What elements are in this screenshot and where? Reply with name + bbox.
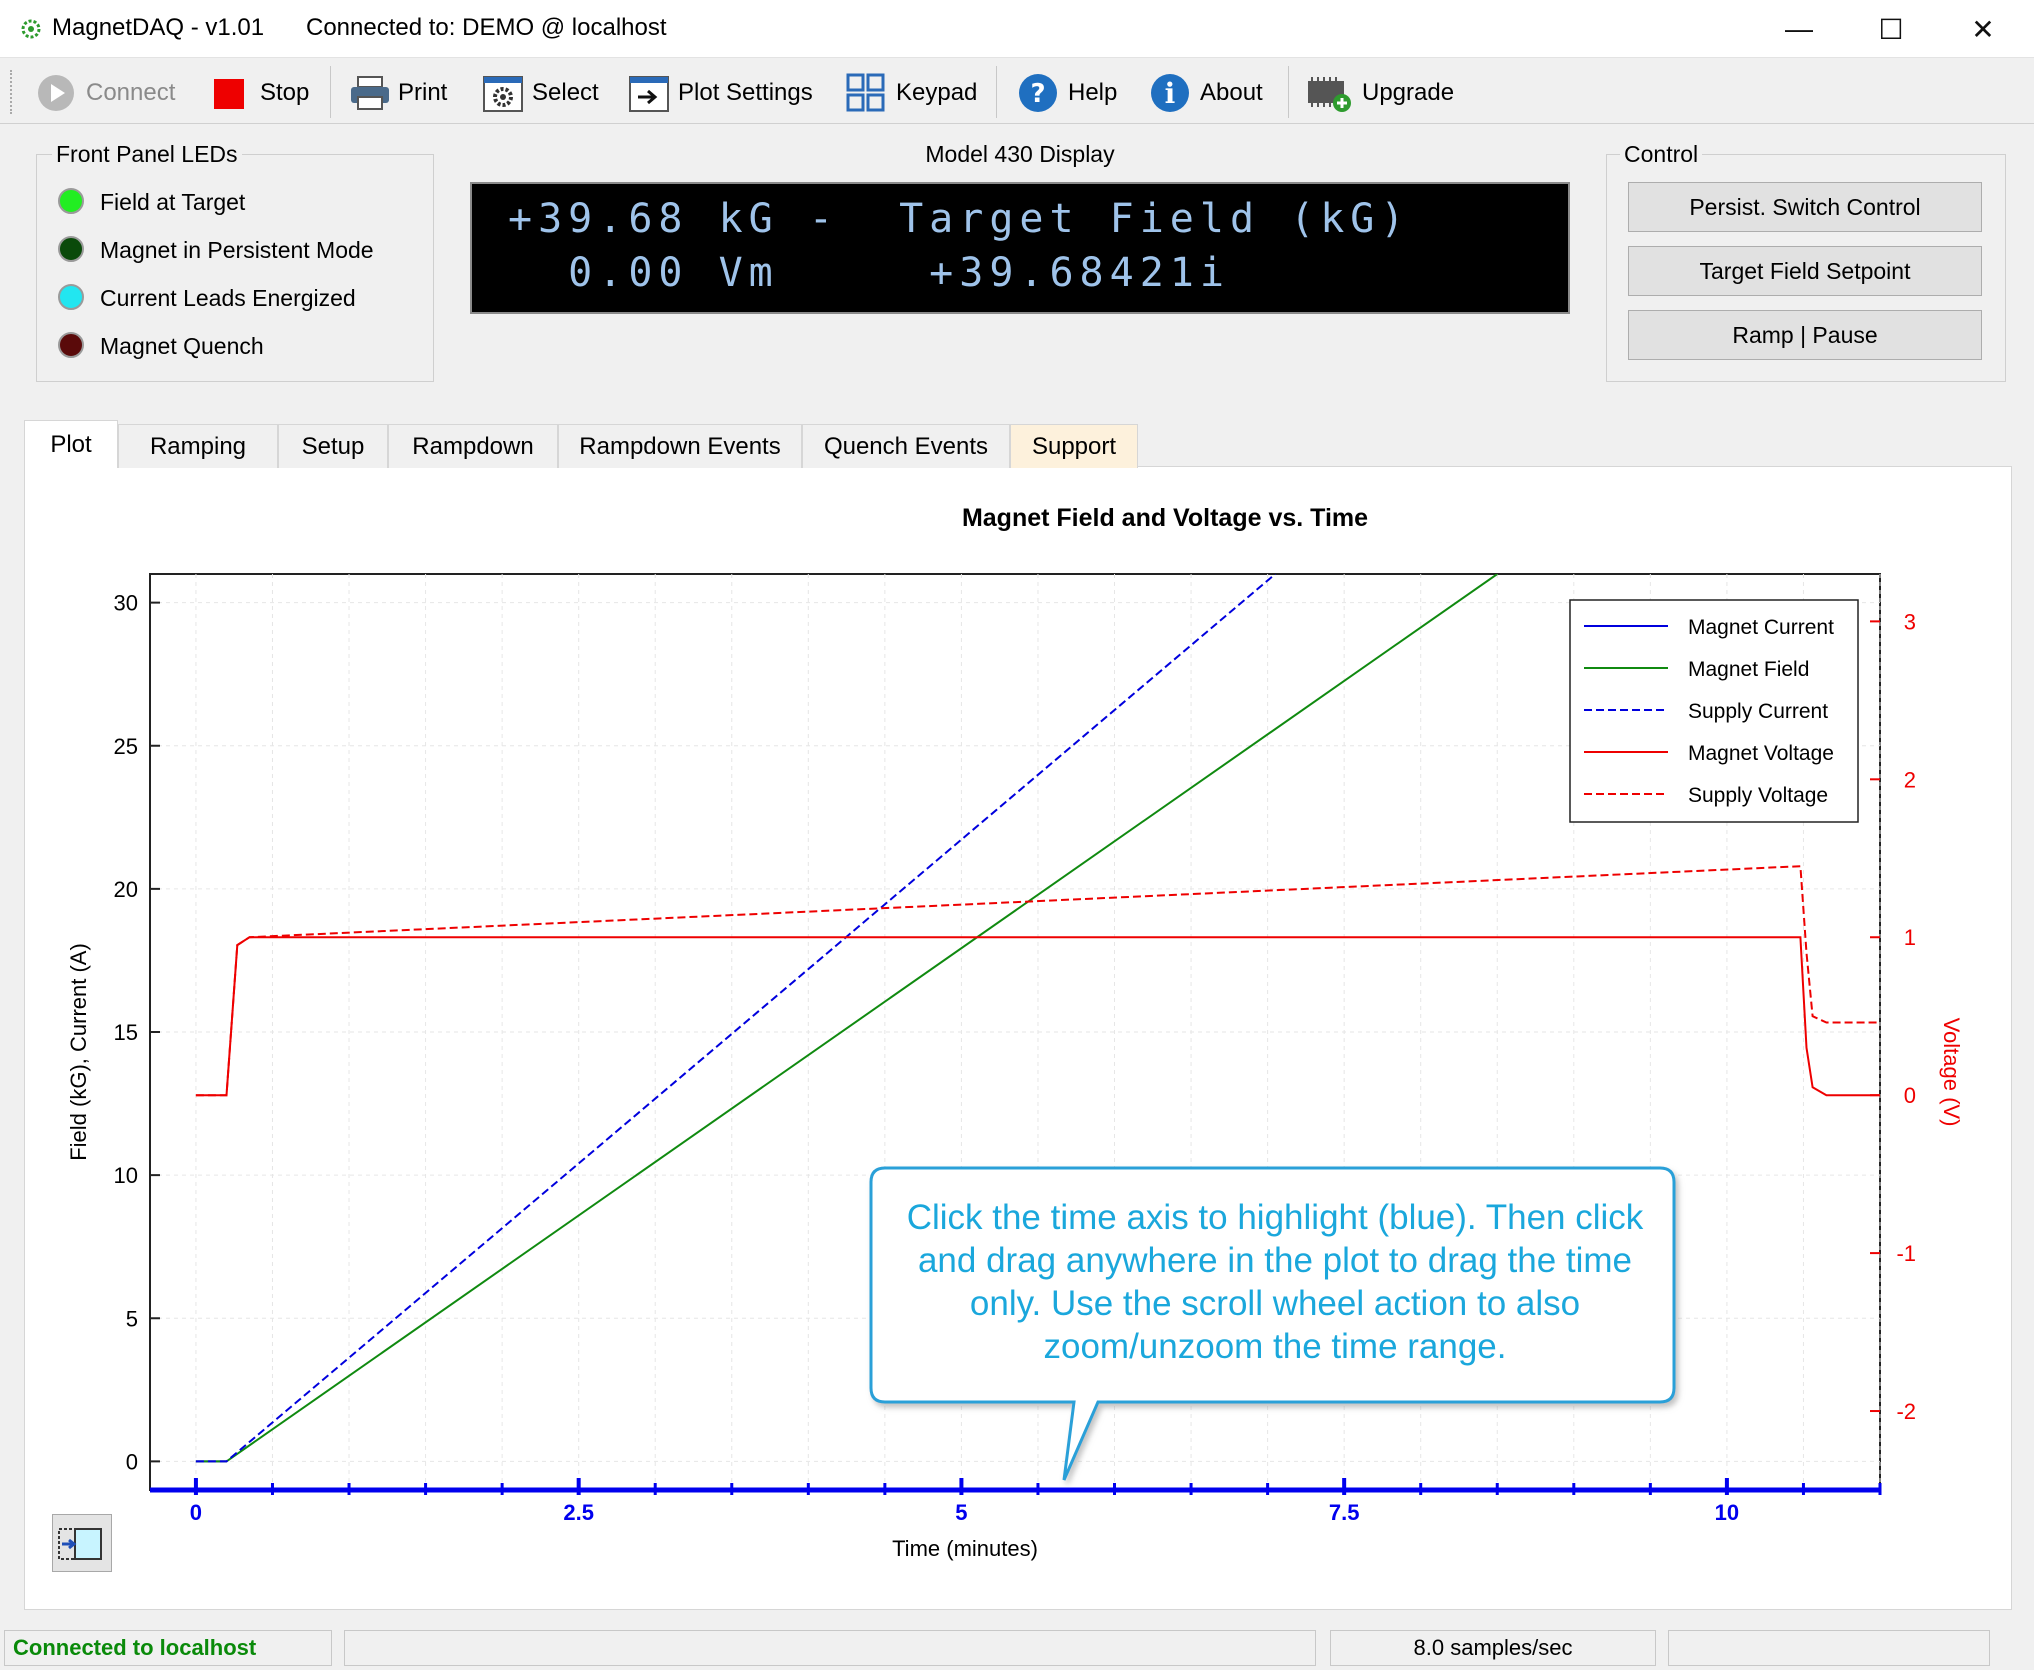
status-empty-cell	[344, 1630, 1316, 1666]
callout-balloon	[869, 1166, 1676, 1481]
status-connection: Connected to localhost	[4, 1630, 332, 1666]
plot-panel-toggle-button[interactable]	[52, 1514, 112, 1572]
status-empty-cell	[1668, 1630, 1990, 1666]
status-sample-rate: 8.0 samples/sec	[1330, 1630, 1656, 1666]
panel-arrow-icon	[58, 1528, 102, 1560]
callout-text: Click the time axis to highlight (blue).…	[906, 1198, 1644, 1366]
